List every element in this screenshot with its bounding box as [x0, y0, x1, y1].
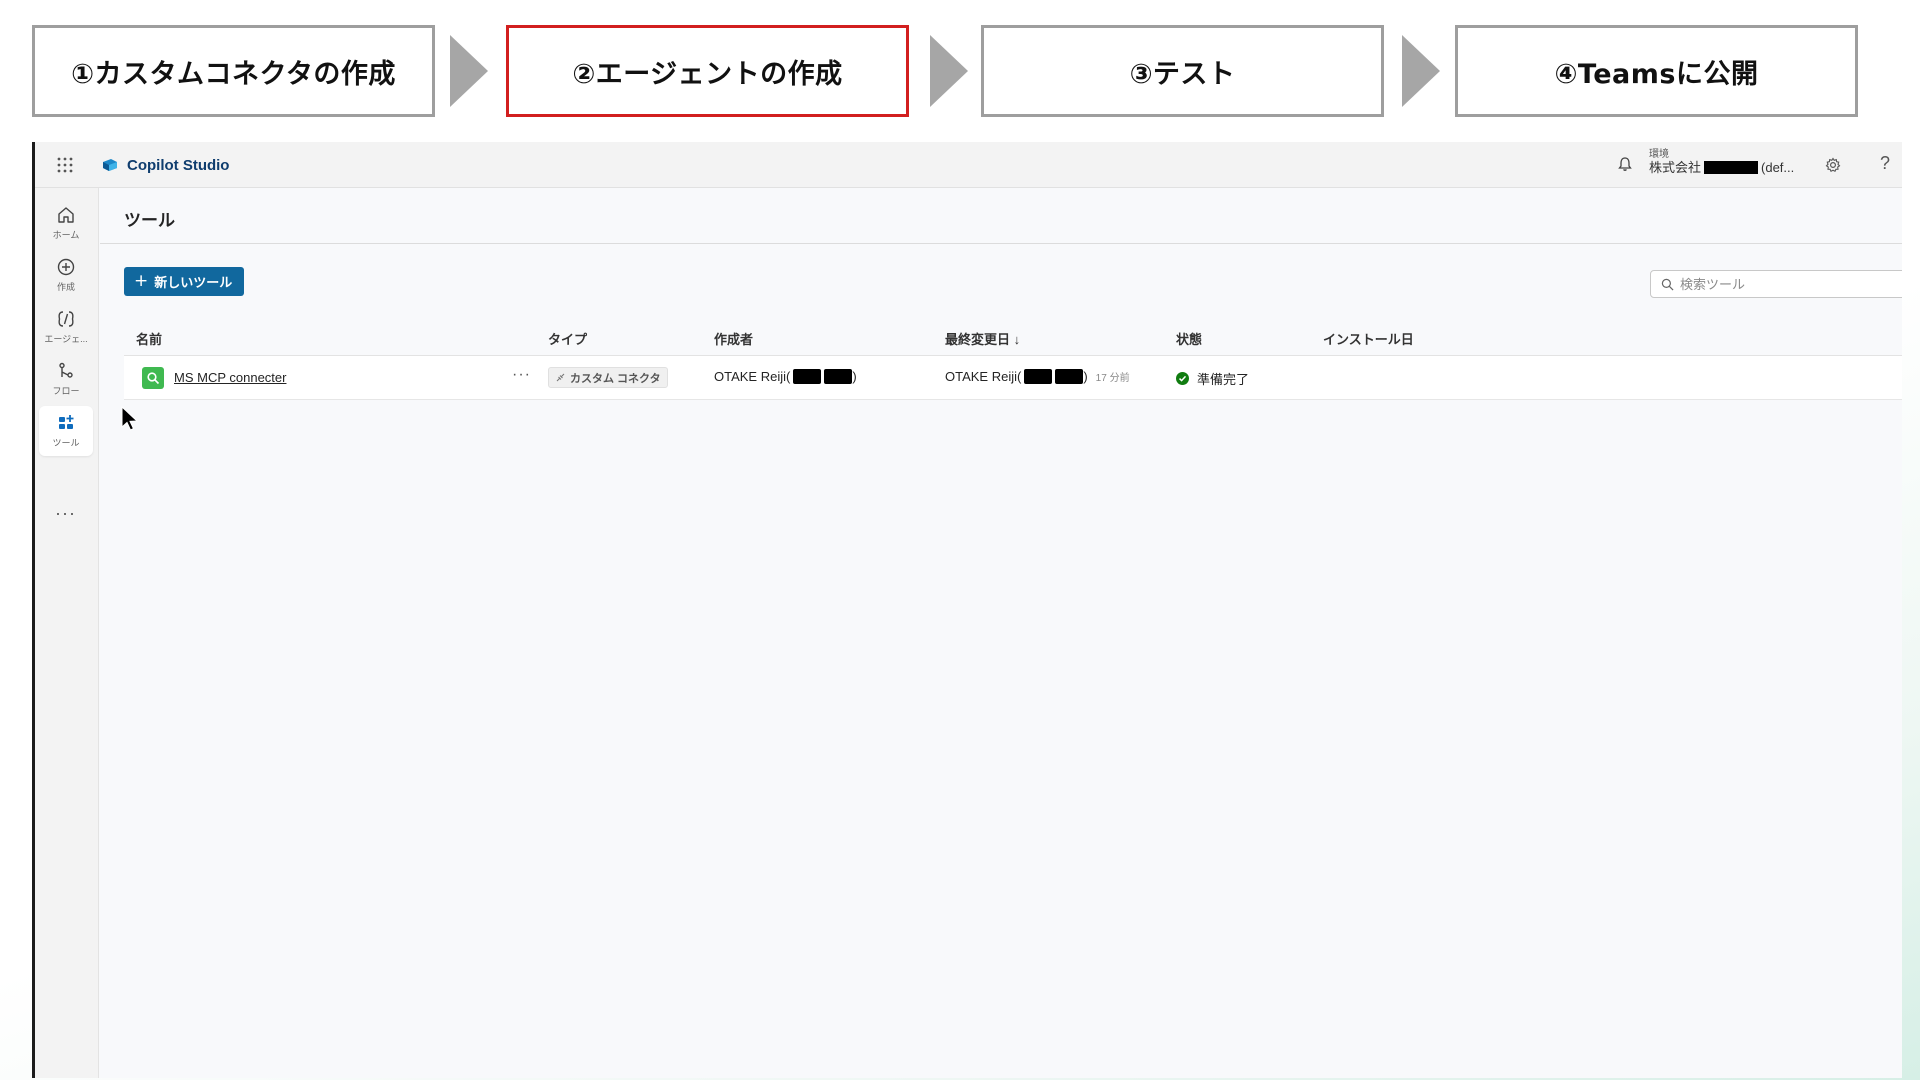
- step-arrow-icon: [930, 35, 968, 107]
- table-row[interactable]: MS MCP connecter ··· カスタム コネクタ OTAKE Rei…: [124, 356, 1902, 400]
- column-creator[interactable]: 作成者: [714, 329, 753, 348]
- redacted-block: [793, 369, 822, 384]
- modified-relative-time: 17 分前: [1095, 373, 1130, 384]
- nav-tools[interactable]: ツール: [39, 406, 93, 456]
- top-bar: Copilot Studio 環境 株式会社 (def... ?: [35, 142, 1902, 188]
- type-badge: カスタム コネクタ: [548, 367, 668, 388]
- connector-icon: [142, 367, 164, 389]
- environment-icon[interactable]: [1617, 156, 1633, 172]
- step-1-custom-connector: ①カスタムコネクタの作成: [32, 25, 435, 117]
- flow-icon: [59, 362, 73, 378]
- tools-table: 名前 タイプ 作成者 最終変更日 ↓ 状態 インストール日 MS MCP con…: [124, 316, 1902, 400]
- environment-selector[interactable]: 環境 株式会社 (def...: [1649, 148, 1794, 174]
- modified-cell: OTAKE Reiji() 17 分前: [945, 369, 1130, 384]
- mouse-cursor-icon: [121, 406, 139, 431]
- step-3-test: ③テスト: [981, 25, 1384, 117]
- redacted-block: [1704, 161, 1759, 174]
- nav-flows[interactable]: フロー: [39, 354, 93, 404]
- status-check-icon: [1176, 372, 1189, 385]
- home-icon: [58, 207, 74, 223]
- redacted-block: [1024, 369, 1053, 384]
- tool-name-link[interactable]: MS MCP connecter: [174, 370, 286, 385]
- page-title: ツール: [124, 211, 175, 230]
- copilot-studio-logo-icon: [103, 159, 117, 171]
- tools-icon: [59, 415, 74, 429]
- new-tool-button[interactable]: + 新しいツール: [124, 267, 245, 296]
- step-4-publish-teams: ④Teamsに公開: [1455, 25, 1858, 117]
- search-box[interactable]: [1650, 270, 1902, 298]
- nav-create[interactable]: 作成: [39, 250, 93, 300]
- nav-home[interactable]: ホーム: [39, 198, 93, 248]
- table-header: 名前 タイプ 作成者 最終変更日 ↓ 状態 インストール日: [124, 316, 1902, 356]
- column-name[interactable]: 名前: [136, 329, 162, 348]
- redacted-block: [1055, 369, 1084, 384]
- page-header: ツール: [100, 188, 1902, 244]
- search-input[interactable]: [1680, 276, 1900, 292]
- main-content: ツール + 新しいツール 名前 タイプ 作成者 最終変更日 ↓ 状態 インストー…: [100, 188, 1902, 1078]
- nav-more-icon[interactable]: ···: [55, 503, 76, 524]
- connector-plug-icon: [556, 373, 565, 382]
- app-brand-name[interactable]: Copilot Studio: [127, 157, 229, 174]
- column-status[interactable]: 状態: [1176, 329, 1202, 348]
- column-type[interactable]: タイプ: [548, 329, 587, 348]
- redacted-block: [824, 369, 853, 384]
- creator-cell: OTAKE Reiji(): [714, 369, 857, 384]
- step-2-create-agent: ②エージェントの作成: [506, 25, 909, 117]
- step-arrow-icon: [450, 35, 488, 107]
- plus-icon: +: [134, 271, 149, 291]
- nav-agents[interactable]: エージェ...: [39, 302, 93, 352]
- left-nav-rail: ホーム 作成 エージェ... フロー ツール ···: [35, 188, 99, 1078]
- row-more-options-icon[interactable]: ···: [512, 366, 531, 384]
- settings-gear-icon[interactable]: [1825, 157, 1841, 173]
- create-icon: [57, 258, 75, 276]
- status-cell: 準備完了: [1176, 369, 1249, 388]
- agents-icon: [58, 311, 74, 327]
- search-icon: [1661, 278, 1674, 290]
- help-icon[interactable]: ?: [1880, 153, 1890, 174]
- step-arrow-icon: [1402, 35, 1440, 107]
- copilot-studio-window: Copilot Studio 環境 株式会社(def... ? ホーム 作成: [32, 142, 1902, 1078]
- column-modified[interactable]: 最終変更日 ↓: [945, 329, 1020, 348]
- environment-name: 株式会社 (def...: [1649, 160, 1795, 175]
- column-installed[interactable]: インストール日: [1323, 329, 1414, 348]
- app-launcher-icon[interactable]: [57, 157, 73, 173]
- process-steps: ①カスタムコネクタの作成 ②エージェントの作成 ③テスト ④Teamsに公開: [32, 25, 1862, 117]
